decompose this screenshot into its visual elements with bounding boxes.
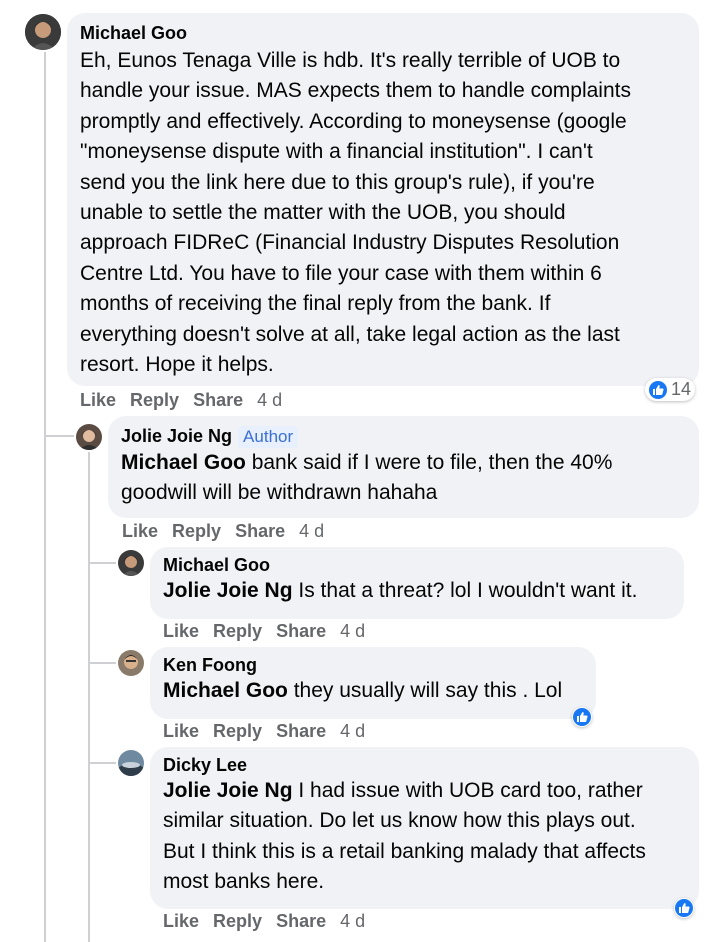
avatar[interactable] xyxy=(118,550,144,576)
thread-line xyxy=(88,662,116,664)
comment-text: Jolie Joie Ng Is that a threat? lol I wo… xyxy=(163,579,638,602)
like-button[interactable]: Like xyxy=(80,390,116,410)
like-icon xyxy=(675,899,693,917)
like-icon xyxy=(649,380,667,399)
share-button[interactable]: Share xyxy=(276,621,326,641)
comment-text: Michael Goo bank said if I were to file,… xyxy=(121,451,613,505)
comment-bubble: Michael Goo Jolie Joie Ng Is that a thre… xyxy=(150,547,684,619)
comment-bubble: Dicky Lee Jolie Joie Ng I had issue with… xyxy=(150,747,699,909)
commenter-name[interactable]: Dicky Lee xyxy=(163,755,247,776)
thread-line xyxy=(44,52,46,942)
like-button[interactable]: Like xyxy=(122,521,158,541)
commenter-name[interactable]: Jolie Joie Ng xyxy=(121,426,232,447)
mention-link[interactable]: Michael Goo xyxy=(163,679,288,702)
comment-actions: Like Reply Share 4 d xyxy=(163,721,365,742)
comment-actions: Like Reply Share 4 d xyxy=(163,911,365,932)
commenter-name[interactable]: Michael Goo xyxy=(163,555,270,576)
reply-button[interactable]: Reply xyxy=(213,911,262,931)
thread-line xyxy=(88,762,116,764)
like-button[interactable]: Like xyxy=(163,911,199,931)
comment-actions: Like Reply Share 4 d xyxy=(163,621,365,642)
comment-actions: Like Reply Share 4 d xyxy=(122,521,324,542)
comment-text: Michael Goo they usually will say this .… xyxy=(163,679,563,702)
comment-text: Eh, Eunos Tenaga Ville is hdb. It's real… xyxy=(80,49,631,377)
timestamp[interactable]: 4 d xyxy=(299,521,324,541)
timestamp[interactable]: 4 d xyxy=(257,390,282,410)
comment-text: Jolie Joie Ng I had issue with UOB card … xyxy=(163,779,646,894)
commenter-name[interactable]: Michael Goo xyxy=(80,23,187,44)
mention-link[interactable]: Jolie Joie Ng xyxy=(163,579,293,602)
author-badge: Author xyxy=(238,426,299,448)
share-button[interactable]: Share xyxy=(235,521,285,541)
reaction-count-text: 14 xyxy=(671,379,692,399)
avatar[interactable] xyxy=(76,424,102,450)
like-button[interactable]: Like xyxy=(163,721,199,741)
reaction-count[interactable]: 14 xyxy=(645,378,696,401)
share-button[interactable]: Share xyxy=(193,390,243,410)
avatar-image xyxy=(118,650,144,676)
share-button[interactable]: Share xyxy=(276,721,326,741)
share-button[interactable]: Share xyxy=(276,911,326,931)
avatar-image xyxy=(118,550,144,576)
comment-bubble: Jolie Joie Ng Author Michael Goo bank sai… xyxy=(108,416,699,518)
reply-button[interactable]: Reply xyxy=(213,621,262,641)
reaction-icon-badge[interactable] xyxy=(572,707,592,727)
avatar-image xyxy=(118,750,144,776)
comment-bubble: Ken Foong Michael Goo they usually will … xyxy=(150,647,596,719)
avatar-image xyxy=(25,14,61,50)
reply-button[interactable]: Reply xyxy=(213,721,262,741)
mention-link[interactable]: Michael Goo xyxy=(121,451,246,474)
comment-actions: Like Reply Share 4 d xyxy=(80,390,282,411)
timestamp[interactable]: 4 d xyxy=(340,721,365,741)
timestamp[interactable]: 4 d xyxy=(340,911,365,931)
reaction-icon-badge[interactable] xyxy=(674,898,694,918)
avatar[interactable] xyxy=(25,14,61,50)
avatar-image xyxy=(76,424,102,450)
comment-bubble: Michael Goo Eh, Eunos Tenaga Ville is hd… xyxy=(67,13,699,386)
commenter-name[interactable]: Ken Foong xyxy=(163,655,257,676)
thread-line xyxy=(88,452,90,942)
avatar[interactable] xyxy=(118,650,144,676)
thread-line xyxy=(88,562,116,564)
thread-line xyxy=(44,435,74,437)
like-icon xyxy=(573,708,591,726)
avatar[interactable] xyxy=(118,750,144,776)
reply-button[interactable]: Reply xyxy=(172,521,221,541)
like-button[interactable]: Like xyxy=(163,621,199,641)
timestamp[interactable]: 4 d xyxy=(340,621,365,641)
reply-button[interactable]: Reply xyxy=(130,390,179,410)
mention-link[interactable]: Jolie Joie Ng xyxy=(163,779,293,802)
